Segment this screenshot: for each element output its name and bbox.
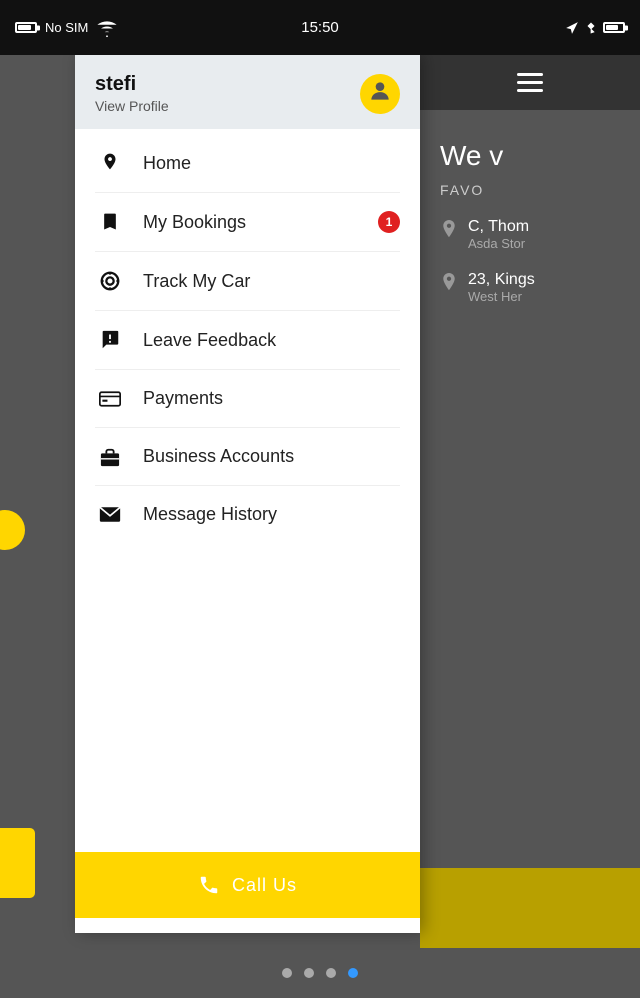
page-dot-1[interactable]	[282, 968, 292, 978]
hamburger-icon	[517, 73, 543, 92]
side-drawer: stefi View Profile Home	[75, 55, 420, 933]
profile-section[interactable]: stefi View Profile	[75, 55, 420, 129]
my-bookings-label: My Bookings	[143, 212, 246, 233]
location-name-1: C, Thom	[468, 218, 529, 236]
right-panel-header	[420, 55, 640, 110]
credit-card-icon	[95, 391, 125, 407]
page-dot-3[interactable]	[326, 968, 336, 978]
bluetooth-icon	[585, 21, 597, 35]
menu-item-my-bookings[interactable]: My Bookings 1	[75, 193, 420, 251]
page-dot-4-active[interactable]	[348, 968, 358, 978]
briefcase-icon	[95, 447, 125, 467]
menu-item-message-history[interactable]: Message History	[75, 486, 420, 543]
carrier-label: No SIM	[45, 20, 88, 35]
target-circle-icon	[95, 270, 125, 292]
yellow-circle-bottom	[0, 828, 35, 898]
right-panel-bottom-yellow	[420, 868, 640, 948]
page-dots	[0, 968, 640, 978]
menu-item-home[interactable]: Home	[75, 134, 420, 192]
message-history-label: Message History	[143, 504, 277, 525]
location-item-1: C, Thom Asda Stor	[440, 218, 620, 251]
profile-name: stefi	[95, 73, 169, 96]
battery-icon-left	[15, 22, 37, 33]
status-right	[565, 21, 625, 35]
menu-list: Home My Bookings 1	[75, 129, 420, 842]
location-sub-2: West Her	[468, 289, 535, 304]
avatar[interactable]	[360, 74, 400, 114]
time-display: 15:50	[301, 19, 339, 36]
right-panel-locations: C, Thom Asda Stor 23, Kings West Her	[420, 198, 640, 344]
payments-label: Payments	[143, 388, 223, 409]
home-icon	[95, 152, 125, 174]
location-sub-1: Asda Stor	[468, 236, 529, 251]
menu-item-payments[interactable]: Payments	[75, 370, 420, 427]
location-item-2: 23, Kings West Her	[440, 271, 620, 304]
status-bar: No SIM 15:50	[0, 0, 640, 55]
track-my-car-label: Track My Car	[143, 271, 250, 292]
menu-item-track-my-car[interactable]: Track My Car	[75, 252, 420, 310]
bookmark-icon	[95, 211, 125, 233]
menu-item-leave-feedback[interactable]: Leave Feedback	[75, 311, 420, 369]
location-info-2: 23, Kings West Her	[468, 271, 535, 304]
location-arrow-icon	[565, 21, 579, 35]
location-info-1: C, Thom Asda Stor	[468, 218, 529, 251]
home-label: Home	[143, 153, 191, 174]
profile-info: stefi View Profile	[95, 73, 169, 114]
view-profile-link[interactable]: View Profile	[95, 98, 169, 114]
my-bookings-badge: 1	[378, 211, 400, 233]
right-panel-label: FAVO	[420, 182, 640, 198]
call-us-button[interactable]: Call Us	[75, 852, 420, 918]
wifi-icon	[96, 17, 118, 39]
right-panel-main-text: We v	[420, 110, 640, 182]
location-name-2: 23, Kings	[468, 271, 535, 289]
status-left: No SIM	[15, 17, 118, 39]
phone-icon	[198, 874, 220, 896]
menu-item-business-accounts[interactable]: Business Accounts	[75, 428, 420, 485]
call-us-label: Call Us	[232, 875, 297, 896]
business-accounts-label: Business Accounts	[143, 446, 294, 467]
envelope-icon	[95, 506, 125, 523]
avatar-icon	[367, 78, 393, 110]
location-pin-icon-1	[440, 220, 458, 245]
right-panel: We v FAVO C, Thom Asda Stor 23, Kings We…	[420, 55, 640, 998]
leave-feedback-label: Leave Feedback	[143, 330, 276, 351]
exclamation-bubble-icon	[95, 329, 125, 351]
page-dot-2[interactable]	[304, 968, 314, 978]
battery-icon-right	[603, 22, 625, 33]
location-pin-icon-2	[440, 273, 458, 298]
